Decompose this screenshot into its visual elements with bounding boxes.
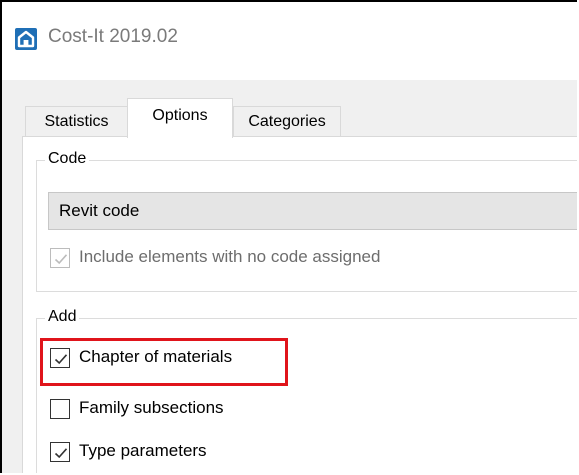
title-bar: Cost-It 2019.02 [2, 2, 577, 80]
app-window: Cost-It 2019.02 Statistics Options Categ… [0, 0, 577, 473]
type-parameters-label: Type parameters [79, 441, 207, 460]
cost-it-app-icon [15, 28, 37, 50]
tab-statistics[interactable]: Statistics [25, 106, 128, 136]
tab-options[interactable]: Options [127, 98, 233, 138]
include-unassigned-label: Include elements with no code assigned [79, 247, 381, 266]
code-select-value: Revit code [59, 201, 140, 220]
checkbox-box [50, 399, 70, 419]
checkmark-icon [54, 254, 68, 265]
checkbox-box [50, 442, 70, 462]
highlight-box [40, 338, 288, 386]
include-unassigned-checkbox[interactable]: Include elements with no code assigned [50, 246, 550, 272]
code-group-label: Code [45, 150, 90, 168]
family-subsections-checkbox[interactable]: Family subsections [50, 397, 350, 423]
checkbox-box [50, 248, 70, 268]
code-select[interactable]: Revit code [48, 192, 577, 230]
tab-categories[interactable]: Categories [233, 106, 341, 136]
type-parameters-checkbox[interactable]: Type parameters [50, 440, 350, 466]
checkmark-icon [54, 448, 68, 459]
add-group-label: Add [45, 308, 80, 326]
family-subsections-label: Family subsections [79, 398, 224, 417]
window-title: Cost-It 2019.02 [48, 26, 178, 47]
